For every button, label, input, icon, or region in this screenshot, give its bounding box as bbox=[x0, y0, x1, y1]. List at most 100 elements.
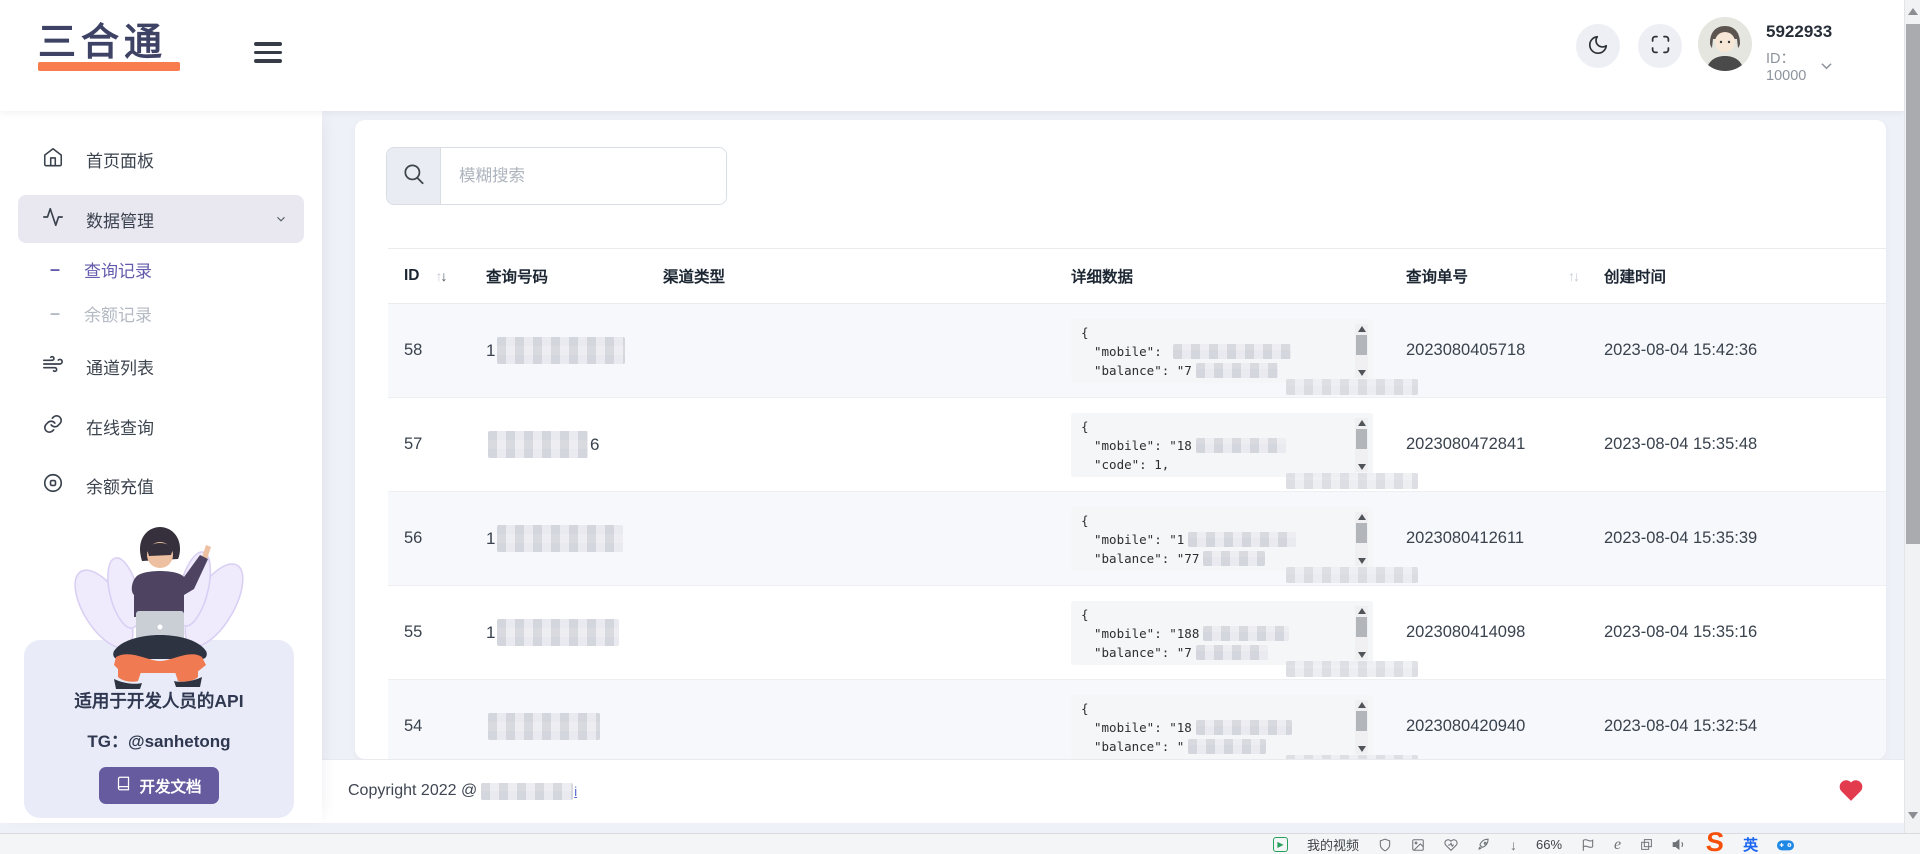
json-box-scrollbar[interactable] bbox=[1355, 418, 1368, 472]
page-footer: Copyright 2022 @ i bbox=[322, 759, 1904, 823]
fullscreen-button[interactable] bbox=[1638, 24, 1682, 68]
redacted-overflow bbox=[1286, 473, 1418, 489]
sort-icon-id[interactable]: ↑↓ bbox=[436, 268, 446, 284]
scroll-up-arrow[interactable] bbox=[1358, 326, 1366, 332]
redacted-json-value bbox=[1188, 739, 1266, 754]
json-box-scrollbar[interactable] bbox=[1355, 606, 1368, 660]
download-arrow-icon[interactable]: ↓ bbox=[1510, 837, 1517, 853]
cell-id: 54 bbox=[388, 717, 486, 736]
scrollbar-thumb[interactable] bbox=[1356, 523, 1367, 543]
scroll-down-arrow[interactable] bbox=[1358, 652, 1366, 658]
health-heart-icon[interactable] bbox=[1444, 838, 1458, 852]
cell-query-number: 1 bbox=[486, 337, 663, 364]
redacted-number bbox=[488, 713, 600, 740]
redacted-json-value bbox=[1196, 645, 1268, 660]
json-box-scrollbar[interactable] bbox=[1355, 324, 1368, 378]
cell-query-number: 6 bbox=[486, 431, 663, 458]
app-header: 三合通 bbox=[0, 0, 1904, 111]
copyright-link[interactable]: i bbox=[574, 784, 577, 799]
screenshot-icon[interactable] bbox=[1411, 838, 1425, 852]
json-box-scrollbar[interactable] bbox=[1355, 512, 1368, 566]
scroll-down-arrow[interactable] bbox=[1358, 746, 1366, 752]
column-header-id[interactable]: ID ↑↓ bbox=[388, 267, 486, 285]
cell-detail-data: { "mobile": "188 "balance": "7 bbox=[1071, 601, 1406, 665]
scrollbar-thumb[interactable] bbox=[1356, 429, 1367, 449]
redacted-json-value bbox=[1203, 626, 1289, 641]
json-detail-box[interactable]: { "mobile": "balance": "7 bbox=[1071, 319, 1373, 383]
gamepad-icon[interactable] bbox=[1777, 838, 1794, 852]
redacted-json-value bbox=[1188, 532, 1296, 547]
scroll-up-arrow[interactable] bbox=[1908, 8, 1918, 15]
scroll-up-arrow[interactable] bbox=[1358, 514, 1366, 520]
sogou-browser-icon[interactable]: S bbox=[1705, 832, 1724, 852]
search-input[interactable] bbox=[441, 148, 726, 204]
cell-created-time: 2023-08-04 15:35:39 bbox=[1604, 529, 1886, 548]
json-detail-box[interactable]: { "mobile": "18 "code": 1, bbox=[1071, 413, 1373, 477]
redacted-json-value bbox=[1203, 551, 1265, 566]
sidebar-item-recharge[interactable]: 余额充值 bbox=[0, 463, 322, 507]
redacted-number bbox=[488, 431, 588, 458]
restore-window-icon[interactable] bbox=[1640, 838, 1653, 851]
sidebar-item-home[interactable]: 首页面板 bbox=[0, 137, 322, 181]
zoom-level[interactable]: 66% bbox=[1536, 837, 1562, 852]
cell-query-number: 1 bbox=[486, 619, 663, 646]
json-detail-box[interactable]: { "mobile": "1 "balance": "77 bbox=[1071, 507, 1373, 571]
scrollbar-thumb[interactable] bbox=[1906, 24, 1920, 544]
rocket-icon[interactable] bbox=[1477, 838, 1491, 852]
sidebar-toggle-button[interactable] bbox=[254, 42, 282, 66]
sidebar-item-channel-list[interactable]: 通道列表 bbox=[0, 344, 322, 388]
link-icon bbox=[42, 413, 64, 440]
speaker-icon[interactable] bbox=[1672, 837, 1687, 852]
book-icon bbox=[116, 776, 131, 796]
heart-icon[interactable] bbox=[1838, 778, 1864, 807]
page-scrollbar[interactable] bbox=[1904, 0, 1920, 833]
user-avatar[interactable] bbox=[1698, 17, 1752, 71]
cell-order-number: 2023080412611 bbox=[1406, 529, 1604, 548]
video-play-icon[interactable]: ▶ bbox=[1273, 837, 1288, 852]
cell-query-number: 1 bbox=[486, 525, 663, 552]
json-detail-box[interactable]: { "mobile": "188 "balance": "7 bbox=[1071, 601, 1373, 665]
redacted-number bbox=[497, 619, 619, 646]
scroll-up-arrow[interactable] bbox=[1358, 608, 1366, 614]
user-menu[interactable]: 5922933 ID：10000 bbox=[1766, 22, 1832, 84]
sort-icon-order[interactable]: ↑↓ bbox=[1568, 268, 1578, 284]
sidebar-item-balance-records[interactable]: – 余额记录 bbox=[0, 291, 322, 335]
table-row: 56 1 { "mobile": "1 "balance": "77 bbox=[388, 492, 1886, 586]
json-detail-box[interactable]: { "mobile": "18 "balance": " bbox=[1071, 695, 1373, 759]
app-logo[interactable]: 三合通 bbox=[38, 22, 180, 71]
sidebar-item-label: 数据管理 bbox=[86, 207, 154, 232]
scroll-up-arrow[interactable] bbox=[1358, 702, 1366, 708]
redacted-overflow bbox=[1286, 661, 1418, 677]
sidebar-item-query-records[interactable]: – 查询记录 bbox=[0, 247, 322, 291]
json-box-scrollbar[interactable] bbox=[1355, 700, 1368, 754]
dash-icon: – bbox=[50, 259, 62, 280]
table-row: 54 { "mobile": "18 "balance": " bbox=[388, 680, 1886, 759]
scroll-down-arrow[interactable] bbox=[1908, 812, 1918, 819]
scrollbar-thumb[interactable] bbox=[1356, 335, 1367, 355]
scroll-down-arrow[interactable] bbox=[1358, 464, 1366, 470]
scrollbar-thumb[interactable] bbox=[1356, 711, 1367, 731]
app-root: 三合通 bbox=[0, 0, 1920, 854]
my-videos-label[interactable]: 我的视频 bbox=[1307, 835, 1359, 854]
scroll-down-arrow[interactable] bbox=[1358, 370, 1366, 376]
content-card: ID ↑↓ 查询号码 渠道类型 详细数据 查询单号 ↑↓ 创建时间 bbox=[355, 120, 1886, 759]
column-header-order[interactable]: 查询单号 ↑↓ bbox=[1406, 265, 1604, 287]
sidebar-item-label: 余额充值 bbox=[86, 473, 154, 498]
search-box bbox=[386, 147, 727, 205]
scroll-up-arrow[interactable] bbox=[1358, 420, 1366, 426]
ime-language-icon[interactable]: 英 bbox=[1743, 834, 1758, 854]
promo-title: 适用于开发人员的API bbox=[24, 688, 294, 713]
flag-icon[interactable] bbox=[1581, 838, 1595, 852]
sidebar-item-data-management[interactable]: 数据管理 bbox=[18, 195, 304, 243]
ie-compat-icon[interactable]: e bbox=[1614, 836, 1621, 854]
shield-icon[interactable] bbox=[1378, 838, 1392, 852]
redacted-number bbox=[497, 525, 623, 552]
developer-illustration bbox=[52, 519, 264, 691]
redacted-number bbox=[497, 337, 625, 364]
dark-mode-toggle[interactable] bbox=[1576, 24, 1620, 68]
sidebar-item-online-query[interactable]: 在线查询 bbox=[0, 404, 322, 448]
scroll-down-arrow[interactable] bbox=[1358, 558, 1366, 564]
cell-created-time: 2023-08-04 15:35:48 bbox=[1604, 435, 1886, 454]
dev-docs-button[interactable]: 开发文档 bbox=[99, 767, 218, 804]
scrollbar-thumb[interactable] bbox=[1356, 617, 1367, 637]
